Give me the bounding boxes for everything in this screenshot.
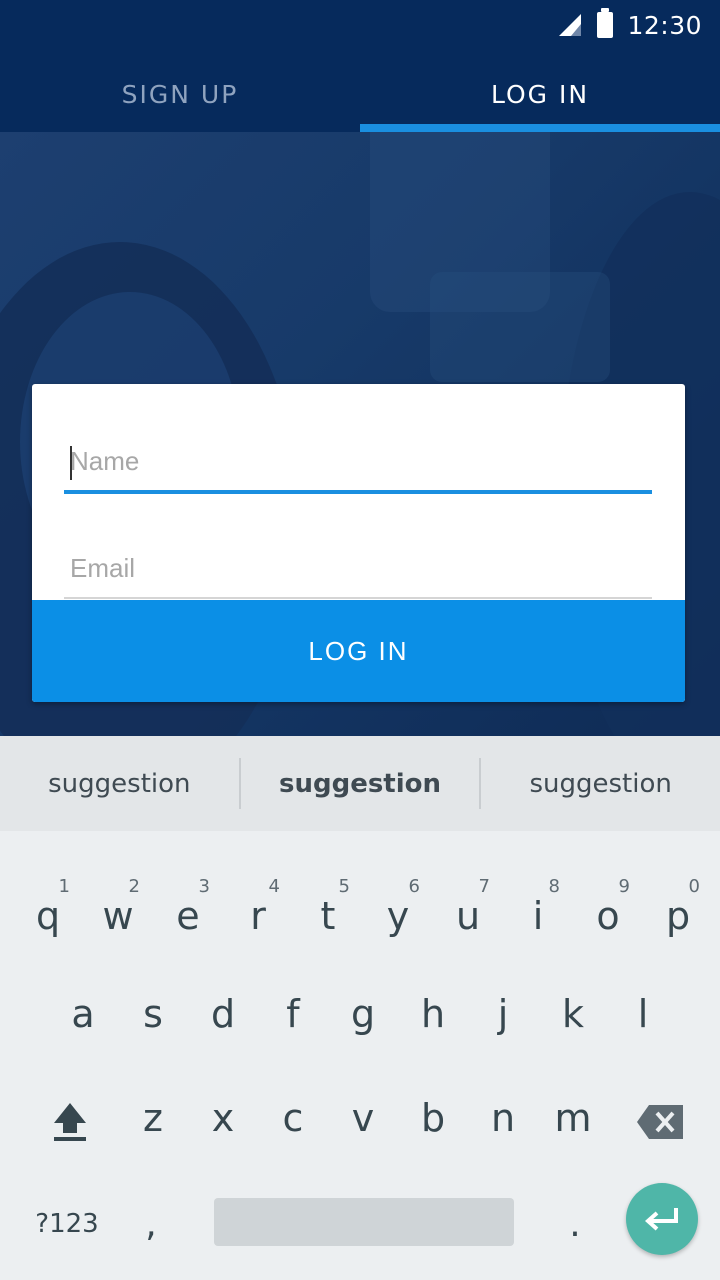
shift-icon	[54, 1103, 86, 1141]
suggestion-center[interactable]: suggestion	[241, 736, 480, 831]
enter-icon	[644, 1208, 678, 1231]
key-number: 3	[198, 876, 210, 897]
key-label: e	[176, 894, 200, 938]
key-label: i	[532, 894, 544, 938]
soft-keyboard: suggestion suggestion suggestion q1 w2 e…	[0, 736, 720, 1280]
tab-bar: SIGN UP LOG IN	[0, 56, 720, 132]
key-label: t	[320, 894, 336, 938]
key-label: w	[102, 894, 134, 938]
suggestion-bar: suggestion suggestion suggestion	[0, 736, 720, 831]
key-x[interactable]: x	[193, 1078, 253, 1158]
key-b[interactable]: b	[403, 1078, 463, 1158]
key-number: 4	[268, 876, 280, 897]
key-y[interactable]: y6	[368, 876, 428, 956]
shift-key[interactable]	[40, 1081, 100, 1161]
log-in-button[interactable]: LOG IN	[32, 600, 685, 702]
status-bar: 12:30	[557, 8, 702, 42]
key-c[interactable]: c	[263, 1078, 323, 1158]
key-e[interactable]: e3	[158, 876, 218, 956]
email-field[interactable]	[64, 539, 652, 599]
key-number: 6	[408, 876, 420, 897]
login-card: LOG IN	[32, 384, 685, 702]
name-field[interactable]	[64, 432, 652, 494]
key-number: 8	[548, 876, 560, 897]
key-number: 7	[478, 876, 490, 897]
key-u[interactable]: u7	[438, 876, 498, 956]
key-v[interactable]: v	[333, 1078, 393, 1158]
enter-key[interactable]	[626, 1183, 698, 1255]
key-w[interactable]: w2	[88, 876, 148, 956]
tab-log-in[interactable]: LOG IN	[360, 56, 720, 132]
key-number: 0	[688, 876, 700, 897]
tab-sign-up[interactable]: SIGN UP	[0, 56, 360, 132]
period-key[interactable]: .	[552, 1196, 598, 1252]
key-label: y	[386, 894, 410, 938]
key-j[interactable]: j	[473, 974, 533, 1054]
key-s[interactable]: s	[123, 974, 183, 1054]
email-input[interactable]	[64, 539, 652, 597]
key-f[interactable]: f	[263, 974, 323, 1054]
comma-key[interactable]: ,	[128, 1196, 174, 1252]
key-n[interactable]: n	[473, 1078, 533, 1158]
key-number: 2	[128, 876, 140, 897]
text-cursor	[70, 446, 72, 480]
key-o[interactable]: o9	[578, 876, 638, 956]
key-label: u	[455, 894, 481, 938]
key-l[interactable]: l	[613, 974, 673, 1054]
key-k[interactable]: k	[543, 974, 603, 1054]
key-number: 5	[338, 876, 350, 897]
app-bar: 12:30 SIGN UP LOG IN	[0, 0, 720, 132]
photo-shape	[430, 272, 610, 382]
suggestion-right[interactable]: suggestion	[481, 736, 720, 831]
key-i[interactable]: i8	[508, 876, 568, 956]
key-d[interactable]: d	[193, 974, 253, 1054]
name-underline	[64, 490, 652, 494]
backspace-icon	[637, 1105, 683, 1139]
name-input[interactable]	[64, 432, 652, 490]
cell-signal-icon	[559, 14, 582, 36]
space-bar[interactable]	[214, 1198, 514, 1246]
key-t[interactable]: t5	[298, 876, 358, 956]
key-label: q	[35, 894, 61, 938]
key-number: 1	[58, 876, 70, 897]
key-a[interactable]: a	[53, 974, 113, 1054]
key-m[interactable]: m	[543, 1078, 603, 1158]
key-q[interactable]: q1	[18, 876, 78, 956]
key-label: r	[250, 894, 266, 938]
symbols-key[interactable]: ?123	[24, 1200, 110, 1248]
key-z[interactable]: z	[123, 1078, 183, 1158]
key-label: p	[665, 894, 691, 938]
key-r[interactable]: r4	[228, 876, 288, 956]
key-g[interactable]: g	[333, 974, 393, 1054]
backspace-key[interactable]	[630, 1082, 690, 1162]
suggestion-left[interactable]: suggestion	[0, 736, 239, 831]
key-h[interactable]: h	[403, 974, 463, 1054]
key-label: o	[596, 894, 620, 938]
email-underline	[64, 597, 652, 599]
key-number: 9	[618, 876, 630, 897]
battery-icon	[597, 8, 614, 38]
key-p[interactable]: p0	[648, 876, 708, 956]
clock: 12:30	[627, 10, 702, 40]
